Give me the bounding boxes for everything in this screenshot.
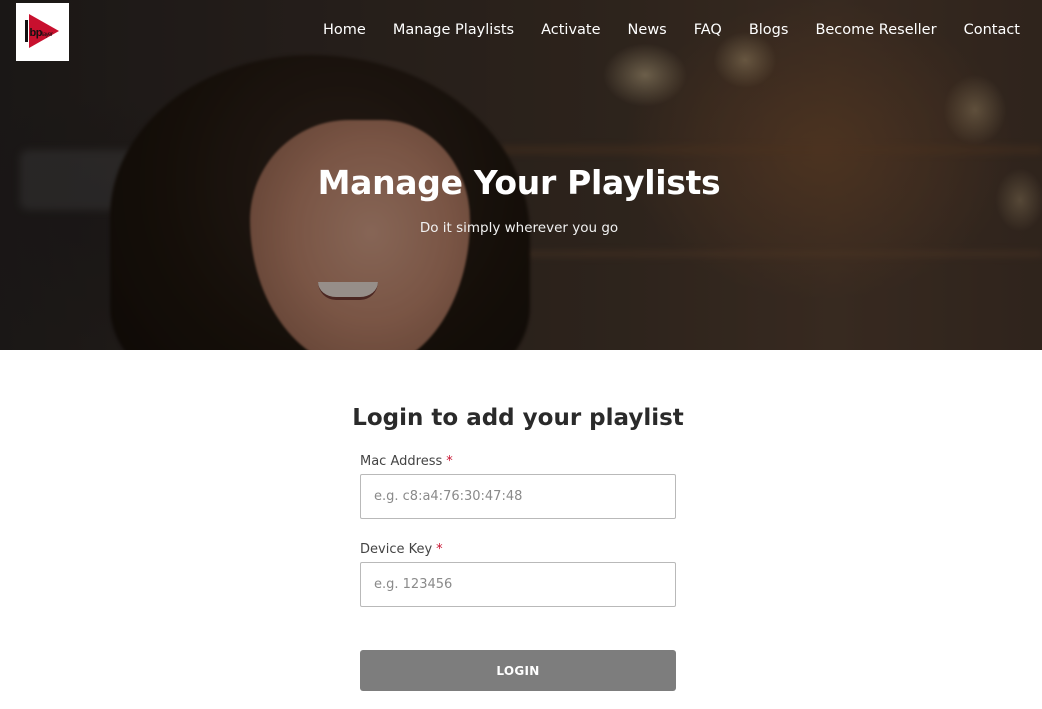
ibp-logo-icon: bplayer [21, 12, 65, 52]
site-logo[interactable]: bplayer [16, 3, 69, 61]
nav-item-activate[interactable]: Activate [541, 20, 600, 40]
nav-item-blogs[interactable]: Blogs [749, 20, 789, 40]
logo-bar [24, 20, 28, 42]
mac-address-label: Mac Address * [360, 454, 453, 469]
required-asterisk: * [436, 542, 443, 557]
hero-title: Manage Your Playlists [317, 163, 721, 202]
required-asterisk: * [446, 454, 453, 469]
hero-subtitle: Do it simply wherever you go [419, 220, 619, 236]
device-key-label: Device Key * [360, 542, 443, 557]
mac-address-label-text: Mac Address [360, 454, 443, 469]
nav-item-faq[interactable]: FAQ [694, 20, 722, 40]
device-key-input[interactable] [360, 562, 676, 607]
login-button[interactable]: LOGIN [360, 650, 676, 691]
nav-item-news[interactable]: News [628, 20, 667, 40]
nav-item-become-reseller[interactable]: Become Reseller [815, 20, 936, 40]
main-navigation: Home Manage Playlists Activate News FAQ … [323, 20, 1020, 40]
mac-address-input[interactable] [360, 474, 676, 519]
nav-item-contact[interactable]: Contact [964, 20, 1020, 40]
logo-text: bplayer [29, 27, 53, 39]
nav-item-manage-playlists[interactable]: Manage Playlists [393, 20, 514, 40]
device-key-label-text: Device Key [360, 542, 433, 557]
nav-item-home[interactable]: Home [323, 20, 366, 40]
login-form-title: Login to add your playlist [352, 405, 684, 431]
hero-banner: Manage Your Playlists Do it simply where… [0, 0, 1042, 350]
